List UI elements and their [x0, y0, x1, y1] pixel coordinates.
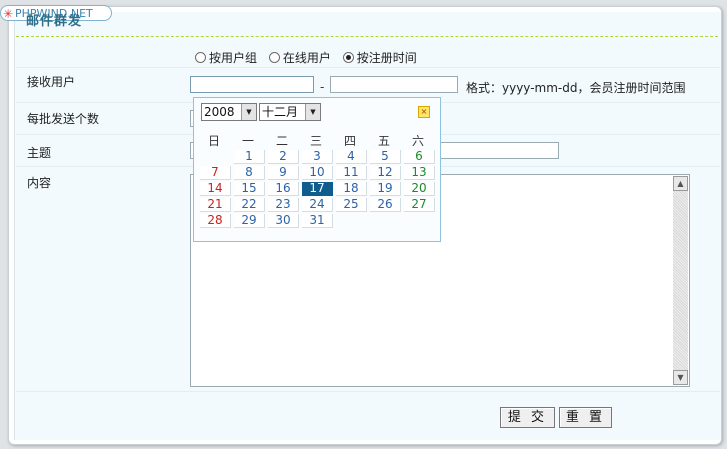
reset-button[interactable]: 重 置: [559, 407, 612, 428]
weekday-label: 三: [309, 134, 322, 148]
calendar-day[interactable]: 11: [336, 166, 367, 180]
radio-by-register-time[interactable]: 按注册时间: [342, 51, 417, 65]
row-divider: [16, 391, 720, 392]
submit-button[interactable]: 提 交: [500, 407, 555, 428]
batch-size-label: 每批发送个数: [27, 112, 100, 126]
calendar-day[interactable]: 2: [268, 150, 299, 164]
calendar-day[interactable]: 5: [370, 150, 401, 164]
month-select[interactable]: 十二月 ▼: [259, 103, 321, 121]
radio-button[interactable]: [195, 52, 206, 63]
calendar-day[interactable]: 28: [200, 214, 231, 228]
calendar-day[interactable]: 18: [336, 182, 367, 196]
row-divider: [16, 67, 720, 68]
calendar-day[interactable]: 15: [234, 182, 265, 196]
calendar-day[interactable]: 29: [234, 214, 265, 228]
weekday-label: 二: [275, 134, 288, 148]
content-label: 内容: [27, 176, 52, 190]
calendar-day[interactable]: 21: [200, 198, 231, 212]
recipients-label: 接收用户: [27, 75, 76, 89]
date-picker-popup: 2008 ▼ 十二月 ▼ × 日一二三四五六 1 2 3 4 5 6 7 8 9 10 11 12 13 1…: [193, 97, 441, 242]
radio-label: 在线用户: [282, 51, 331, 65]
radio-button[interactable]: [268, 52, 280, 63]
register-date-start-input[interactable]: [190, 76, 314, 93]
scroll-up-icon[interactable]: ▲: [673, 176, 688, 191]
weekday-label: 六: [411, 134, 424, 148]
calendar-day[interactable]: 26: [370, 198, 401, 212]
calendar-day[interactable]: 31: [302, 214, 333, 228]
subject-label: 主题: [27, 146, 52, 160]
close-icon[interactable]: ×: [418, 106, 430, 118]
title-divider: [16, 36, 718, 37]
calendar-day[interactable]: 23: [268, 198, 299, 212]
spark-icon: ✳: [3, 7, 14, 21]
month-select-value: 十二月: [262, 105, 299, 119]
calendar-day[interactable]: 12: [370, 166, 401, 180]
radio-label: 按注册时间: [356, 51, 417, 65]
radio-label: 按用户组: [209, 51, 258, 65]
date-format-hint: 格式：yyyy-mm-dd，会员注册时间范围: [466, 81, 686, 95]
weekday-label: 一: [241, 134, 254, 148]
calendar-day[interactable]: 30: [268, 214, 299, 228]
content-scrollbar[interactable]: ▲ ▼: [673, 176, 688, 385]
radio-by-group[interactable]: 按用户组: [195, 51, 257, 65]
register-date-end-input[interactable]: [330, 76, 458, 93]
calendar-day[interactable]: 1: [234, 150, 265, 164]
calendar-day[interactable]: 6: [404, 150, 435, 164]
calendar-day[interactable]: 24: [302, 198, 333, 212]
chevron-down-icon[interactable]: ▼: [241, 104, 256, 120]
year-select[interactable]: 2008 ▼: [201, 103, 257, 121]
calendar-day[interactable]: 7: [200, 166, 231, 180]
calendar-day[interactable]: 22: [234, 198, 265, 212]
range-separator: -: [320, 80, 325, 94]
calendar-day[interactable]: 8: [234, 166, 265, 180]
year-select-value: 2008: [204, 105, 235, 119]
calendar-day[interactable]: 25: [336, 198, 367, 212]
calendar-day[interactable]: 20: [404, 182, 435, 196]
radio-online-users[interactable]: 在线用户: [268, 51, 331, 65]
calendar-day[interactable]: 13: [404, 166, 435, 180]
calendar-day[interactable]: 27: [404, 198, 435, 212]
calendar-day[interactable]: 3: [302, 150, 333, 164]
weekday-label: 四: [343, 134, 356, 148]
calendar-day[interactable]: 19: [370, 182, 401, 196]
calendar-day[interactable]: 16: [268, 182, 299, 196]
section-title: 邮件群发: [26, 14, 83, 29]
calendar-day-selected[interactable]: 17: [302, 182, 333, 196]
weekday-label: 五: [377, 134, 390, 148]
radio-button[interactable]: [342, 52, 354, 63]
recipient-mode-group: 按用户组 在线用户 按注册时间: [195, 49, 425, 66]
chevron-down-icon[interactable]: ▼: [305, 104, 320, 120]
scroll-down-icon[interactable]: ▼: [673, 370, 688, 385]
weekday-label: 日: [207, 134, 220, 148]
calendar-day[interactable]: 10: [302, 166, 333, 180]
calendar-day[interactable]: 4: [336, 150, 367, 164]
calendar-day[interactable]: 14: [200, 182, 231, 196]
calendar-day[interactable]: 9: [268, 166, 299, 180]
